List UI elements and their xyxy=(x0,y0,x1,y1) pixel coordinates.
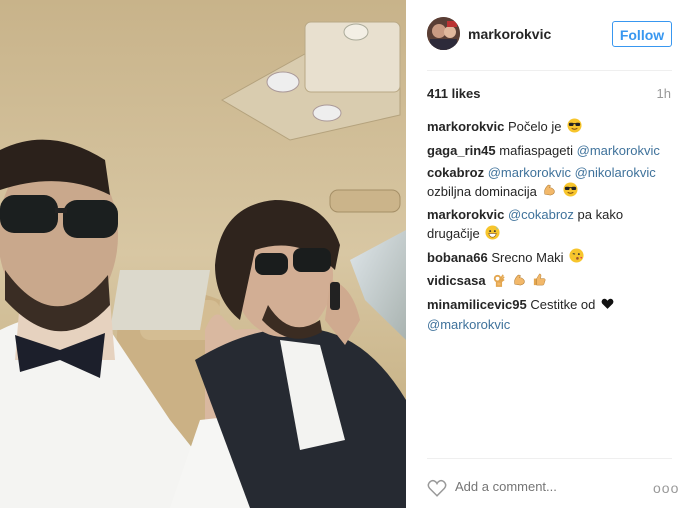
comment-text: ozbiljna dominacija xyxy=(427,183,537,199)
mention-link[interactable]: @markorokvic xyxy=(577,143,660,158)
follow-button[interactable]: Follow xyxy=(612,21,672,47)
comment-text: Srecno Maki xyxy=(491,249,564,265)
post-header: markorokvic Follow xyxy=(406,0,688,70)
comment-username[interactable]: gaga_rin45 xyxy=(427,143,496,158)
comment: vidicsasa xyxy=(427,271,675,292)
flexed-biceps-emoji xyxy=(512,272,527,292)
black-heart-emoji xyxy=(601,296,614,315)
comment-username[interactable]: markorokvic xyxy=(427,119,504,134)
comment-text: Cestitke od xyxy=(530,296,596,312)
divider xyxy=(427,70,672,71)
post-time[interactable]: 1h xyxy=(657,86,671,101)
ok-hand-emoji xyxy=(491,272,506,292)
mention-link[interactable]: @markorokvic xyxy=(427,317,510,332)
thumbs-up-emoji xyxy=(532,272,547,292)
comments-list: markorokvic Počelo je gaga_rin45 mafiasp… xyxy=(427,117,675,337)
add-comment-input[interactable] xyxy=(455,479,635,494)
post-sidebar: markorokvic Follow 411 likes 1h markorok… xyxy=(406,0,688,508)
comment: markorokvic Počelo je xyxy=(427,117,675,138)
more-options-icon[interactable]: ooo xyxy=(653,481,679,495)
grinning-sweat-emoji xyxy=(485,225,500,245)
mention-link[interactable]: @markorokvic xyxy=(488,165,571,180)
comment: minamilicevic95 Cestitke od @markorokvic xyxy=(427,295,675,334)
sunglasses-emoji xyxy=(567,118,582,138)
comment: bobana66 Srecno Maki xyxy=(427,248,675,269)
comment: cokabroz @markorokvic @nikolarokvic ozbi… xyxy=(427,163,675,203)
comment: gaga_rin45 mafiaspageti @markorokvic xyxy=(427,141,675,160)
comment-username[interactable]: vidicsasa xyxy=(427,273,486,288)
comment-username[interactable]: cokabroz xyxy=(427,165,484,180)
comment-username[interactable]: bobana66 xyxy=(427,250,488,265)
comment-text: mafiaspageti xyxy=(499,142,573,158)
like-heart-icon[interactable] xyxy=(427,479,447,502)
mention-link[interactable]: @cokabroz xyxy=(508,207,574,222)
flexed-biceps-emoji xyxy=(542,182,557,202)
comment-username[interactable]: markorokvic xyxy=(427,207,504,222)
likes-count[interactable]: 411 likes xyxy=(427,86,481,101)
sunglasses-emoji xyxy=(563,182,578,202)
avatar[interactable] xyxy=(427,17,460,50)
comment: markorokvic @cokabroz pa kako drugačije xyxy=(427,205,675,245)
post-footer: ooo xyxy=(406,458,688,508)
comment-username[interactable]: minamilicevic95 xyxy=(427,297,527,312)
header-username[interactable]: markorokvic xyxy=(468,26,551,42)
mention-link[interactable]: @nikolarokvic xyxy=(575,165,656,180)
post-photo[interactable] xyxy=(0,0,406,508)
kiss-emoji xyxy=(569,248,584,268)
comment-text: Počelo je xyxy=(507,119,562,134)
